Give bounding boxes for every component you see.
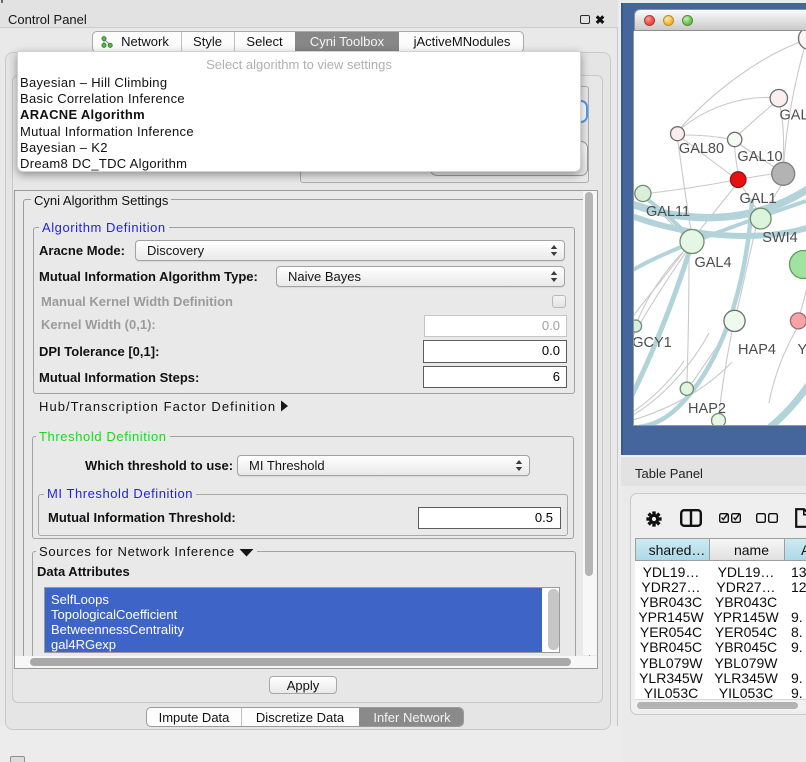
svg-text:GAL10: GAL10 <box>737 149 782 165</box>
svg-text:GAL1: GAL1 <box>739 191 776 207</box>
svg-text:YJL: YJL <box>798 342 806 358</box>
svg-text:GAL7: GAL7 <box>780 108 806 124</box>
svg-text:GAL4: GAL4 <box>694 255 731 271</box>
svg-text:GAL11: GAL11 <box>646 204 690 220</box>
svg-text:GAL80: GAL80 <box>679 141 724 157</box>
svg-text:HAP4: HAP4 <box>738 342 776 358</box>
svg-text:GCY1: GCY1 <box>633 335 672 351</box>
svg-text:SWI4: SWI4 <box>762 230 797 246</box>
svg-text:HAP2: HAP2 <box>688 401 726 417</box>
